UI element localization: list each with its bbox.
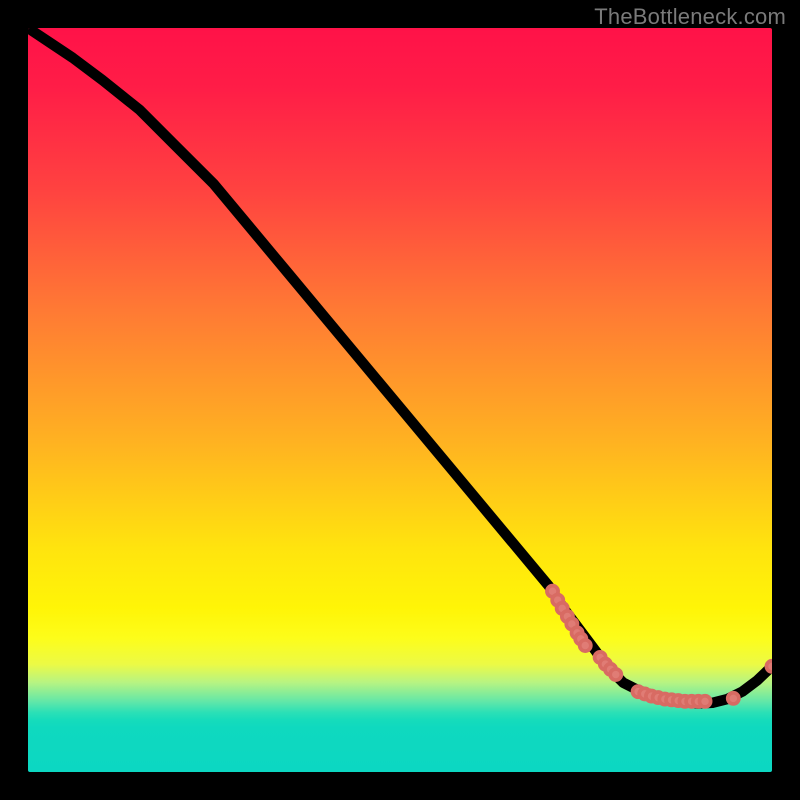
chart-frame: TheBottleneck.com	[0, 0, 800, 800]
data-point	[699, 696, 710, 707]
data-point	[580, 640, 591, 651]
watermark-text: TheBottleneck.com	[594, 4, 786, 30]
data-point	[610, 669, 621, 680]
data-point	[766, 661, 772, 672]
data-point	[728, 693, 739, 704]
bottleneck-curve	[28, 28, 772, 704]
chart-svg	[28, 28, 772, 772]
plot-area	[28, 28, 772, 772]
